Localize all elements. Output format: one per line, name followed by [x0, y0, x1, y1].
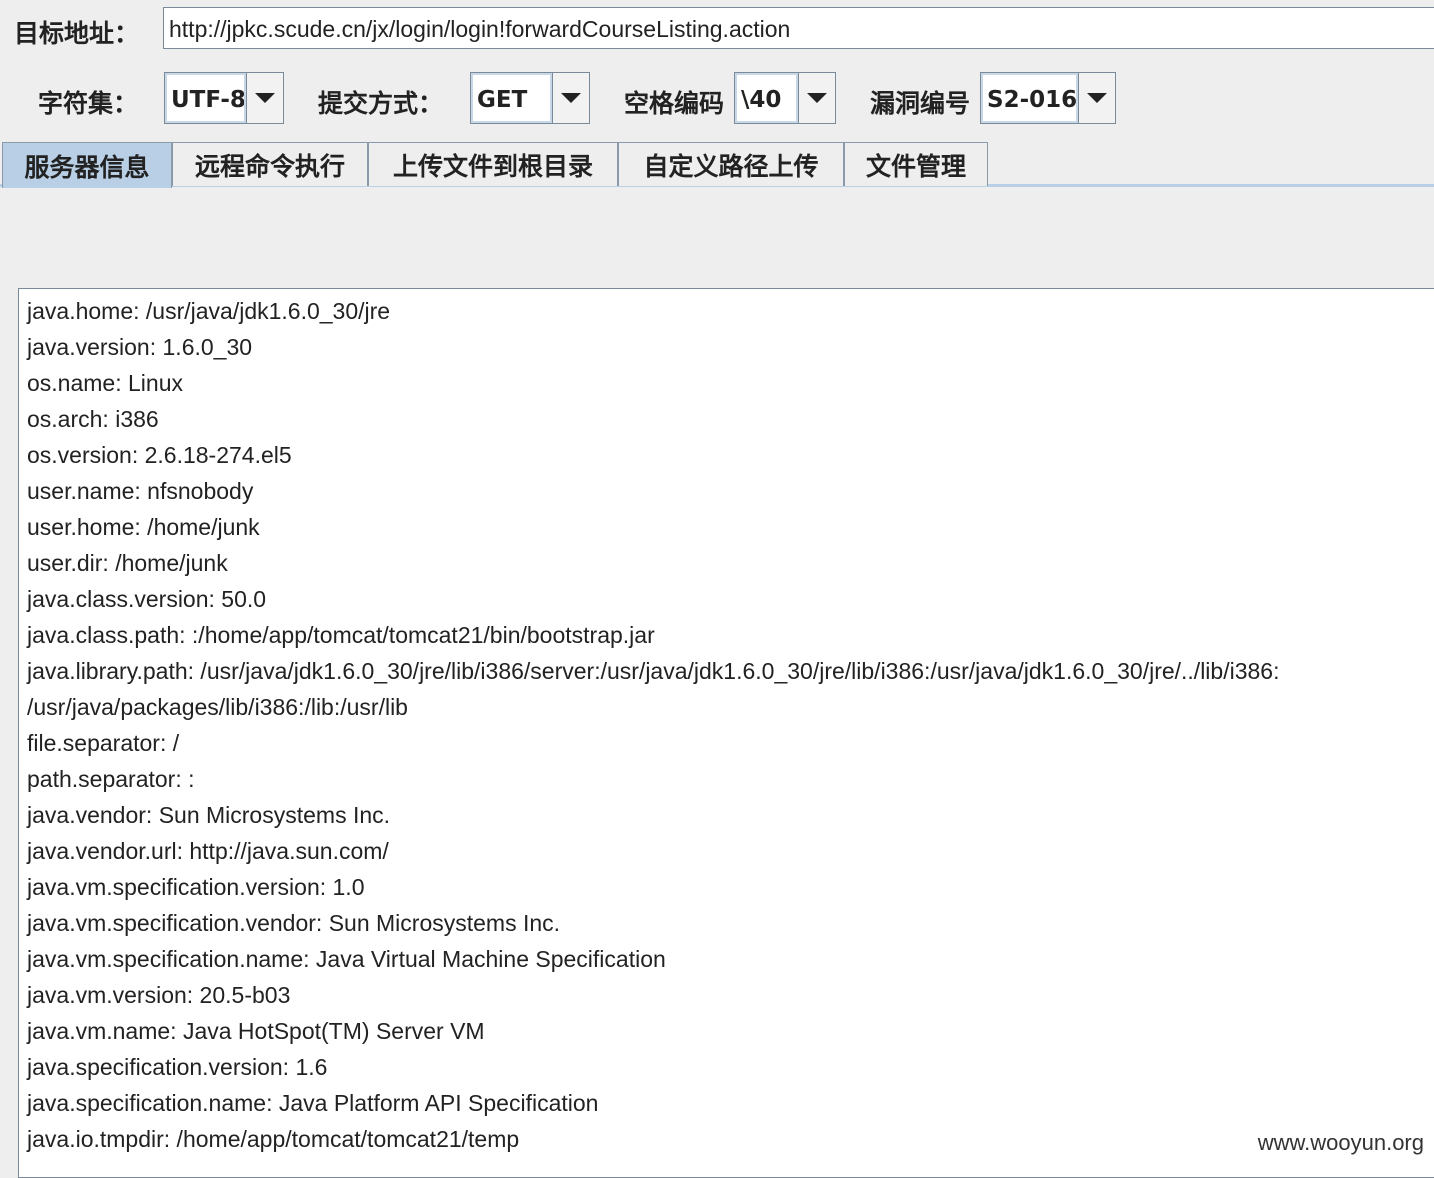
output-line: java.version: 1.6.0_30 [27, 334, 253, 360]
output-line: java.vm.version: 20.5-b03 [27, 982, 291, 1008]
output-line: java.vendor: Sun Microsystems Inc. [27, 802, 391, 828]
tab-file-manager[interactable]: 文件管理 [844, 142, 988, 186]
charset-select[interactable]: UTF-8 [164, 72, 284, 124]
charset-dropdown-button[interactable] [246, 73, 283, 123]
charset-value: UTF-8 [165, 73, 246, 123]
chevron-down-icon [561, 93, 581, 103]
tab-server-info[interactable]: 服务器信息 [2, 142, 172, 188]
method-select[interactable]: GET [470, 72, 590, 124]
output-line: java.vm.specification.name: Java Virtual… [27, 946, 666, 972]
space-encoding-dropdown-button[interactable] [798, 73, 835, 123]
chevron-down-icon [1087, 93, 1107, 103]
space-encoding-value: \40 [735, 73, 798, 123]
output-line: java.specification.name: Java Platform A… [27, 1090, 599, 1116]
vuln-id-select[interactable]: S2-016 [980, 72, 1116, 124]
server-info-output[interactable]: java.home: /usr/java/jdk1.6.0_30/jre jav… [18, 288, 1434, 1178]
output-line: file.separator: / [27, 730, 180, 756]
output-line: user.dir: /home/junk [27, 550, 228, 576]
output-line: java.home: /usr/java/jdk1.6.0_30/jre [27, 298, 391, 324]
vuln-id-value: S2-016 [981, 73, 1078, 123]
chevron-down-icon [255, 93, 275, 103]
tab-upload-root[interactable]: 上传文件到根目录 [368, 142, 618, 186]
output-line: java.class.version: 50.0 [27, 586, 267, 612]
space-encoding-label: 空格编码 [624, 89, 725, 118]
tab-custom-path-upload[interactable]: 自定义路径上传 [618, 142, 844, 186]
output-line: java.vendor.url: http://java.sun.com/ [27, 838, 389, 864]
tab-remote-command[interactable]: 远程命令执行 [172, 142, 368, 186]
output-line: java.specification.version: 1.6 [27, 1054, 328, 1080]
space-encoding-select[interactable]: \40 [734, 72, 836, 124]
output-line: java.class.path: :/home/app/tomcat/tomca… [27, 622, 655, 648]
output-line: java.vm.specification.version: 1.0 [27, 874, 365, 900]
output-line: java.vm.name: Java HotSpot(TM) Server VM [27, 1018, 485, 1044]
output-line: /usr/java/packages/lib/i386:/lib:/usr/li… [27, 694, 408, 720]
vuln-id-dropdown-button[interactable] [1078, 73, 1115, 123]
output-line: java.io.tmpdir: /home/app/tomcat/tomcat2… [27, 1126, 520, 1152]
chevron-down-icon [807, 93, 827, 103]
output-line: os.name: Linux [27, 370, 183, 396]
output-line: java.library.path: /usr/java/jdk1.6.0_30… [27, 658, 1280, 684]
vuln-id-label: 漏洞编号 [870, 89, 971, 118]
output-line: java.vm.specification.vendor: Sun Micros… [27, 910, 561, 936]
output-line: os.version: 2.6.18-274.el5 [27, 442, 292, 468]
method-dropdown-button[interactable] [552, 73, 589, 123]
target-url-label: 目标地址： [14, 19, 140, 48]
output-line: user.name: nfsnobody [27, 478, 254, 504]
method-label: 提交方式： [318, 89, 444, 118]
charset-label: 字符集： [38, 89, 139, 118]
watermark: www.wooyun.org [1257, 1130, 1424, 1155]
method-value: GET [471, 73, 552, 123]
output-line: user.home: /home/junk [27, 514, 260, 540]
target-url-input[interactable]: http://jpkc.scude.cn/jx/login/login!forw… [163, 7, 1434, 49]
output-line: os.arch: i386 [27, 406, 159, 432]
output-line: path.separator: : [27, 766, 195, 792]
